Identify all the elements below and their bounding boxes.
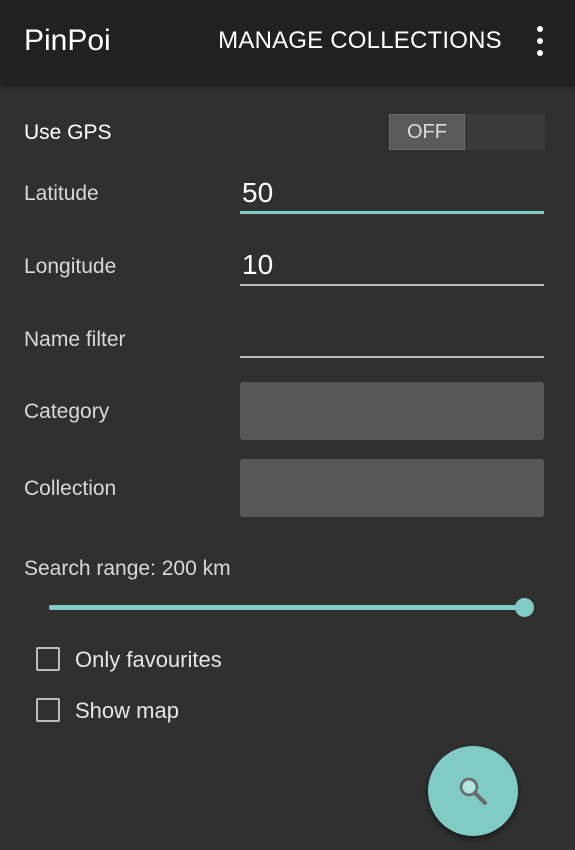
latitude-label: Latitude — [24, 182, 99, 205]
app-bar: PinPoi MANAGE COLLECTIONS — [0, 0, 575, 84]
name-filter-input[interactable] — [240, 318, 544, 358]
only-favourites-checkbox[interactable] — [36, 647, 60, 671]
search-range-slider-thumb[interactable] — [515, 598, 534, 617]
longitude-input[interactable] — [240, 246, 544, 286]
only-favourites-label: Only favourites — [75, 647, 222, 672]
search-icon — [459, 777, 487, 805]
show-map-checkbox[interactable] — [36, 698, 60, 722]
app-title: PinPoi — [24, 24, 111, 57]
name-filter-label: Name filter — [24, 328, 126, 351]
category-spinner[interactable] — [240, 382, 544, 440]
manage-collections-button[interactable]: MANAGE COLLECTIONS — [212, 22, 508, 60]
gps-toggle-thumb: OFF — [389, 114, 465, 150]
gps-toggle[interactable]: OFF — [389, 114, 545, 150]
collection-label: Collection — [24, 477, 117, 500]
search-fab-button[interactable] — [428, 746, 518, 836]
collection-spinner[interactable] — [240, 459, 544, 517]
show-map-label: Show map — [75, 698, 179, 723]
category-label: Category — [24, 400, 110, 423]
search-range-label: Search range: 200 km — [24, 557, 231, 580]
overflow-menu-icon[interactable] — [528, 24, 552, 58]
search-range-slider[interactable] — [49, 605, 525, 610]
latitude-input[interactable] — [240, 174, 544, 214]
use-gps-label: Use GPS — [24, 121, 112, 144]
longitude-label: Longitude — [24, 255, 117, 278]
